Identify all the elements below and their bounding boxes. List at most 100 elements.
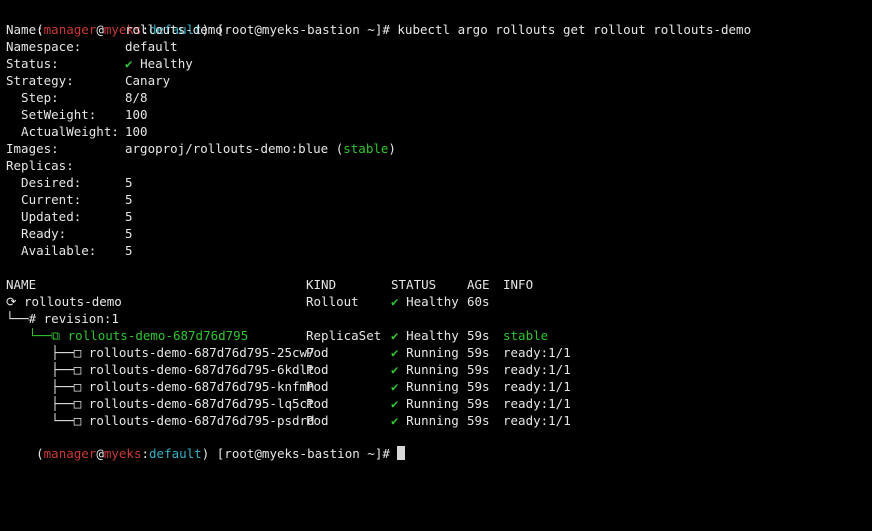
table-header: NAME KIND STATUS AGE INFO: [6, 276, 533, 293]
resource-status: Healthy: [406, 294, 459, 309]
info-value: ): [388, 141, 396, 156]
tree-branch: ├──□: [6, 345, 89, 360]
prompt-paren: ): [201, 446, 210, 461]
resource-kind: Pod: [306, 345, 329, 360]
resource-status: Running: [406, 345, 459, 360]
table-row: ├──□ rollouts-demo-687d76d795-knfmh Pod …: [6, 378, 571, 395]
check-icon: ✔: [391, 379, 399, 394]
tree-branch: ├──□: [6, 362, 89, 377]
info-label: Available:: [6, 243, 97, 258]
resource-age: 59s: [467, 328, 490, 343]
table-row: ├──□ rollouts-demo-687d76d795-6kdlt Pod …: [6, 361, 571, 378]
prompt-host: myeks: [103, 446, 142, 461]
tree-branch: └──□: [6, 413, 89, 428]
resource-kind: ReplicaSet: [306, 328, 382, 343]
prompt-namespace: default: [149, 446, 202, 461]
table-row: └──□ rollouts-demo-687d76d795-psdrd Pod …: [6, 412, 571, 429]
info-label: ActualWeight:: [6, 124, 119, 139]
table-row: └──⧉ rollouts-demo-687d76d795 ReplicaSet…: [6, 327, 549, 344]
resource-name: rollouts-demo: [24, 294, 122, 309]
prompt-host-path: [root@myeks-bastion ~]#: [209, 446, 398, 461]
check-icon: ✔: [391, 294, 399, 309]
check-icon: ✔: [391, 396, 399, 411]
info-value: argoproj/rollouts-demo:blue (: [125, 141, 344, 156]
prompt-line[interactable]: (manager@myeks:default) [root@myeks-bast…: [6, 428, 406, 461]
info-label: SetWeight:: [6, 107, 97, 122]
resource-info: ready:1/1: [503, 379, 571, 394]
info-value: 5: [125, 192, 133, 207]
prompt-paren: (: [36, 446, 44, 461]
resource-name: rollouts-demo-687d76d795-knfmh: [88, 379, 315, 394]
table-row: ⟳ rollouts-demo Rollout ✔ Healthy 60s: [6, 293, 490, 310]
resource-age: 59s: [467, 396, 490, 411]
column-header: STATUS: [391, 277, 437, 292]
info-value: default: [125, 39, 178, 54]
resource-info: ready:1/1: [503, 413, 571, 428]
info-value: 5: [125, 226, 133, 241]
info-label: Strategy:: [6, 73, 74, 88]
check-icon: ✔: [125, 56, 133, 71]
resource-name: rollouts-demo-687d76d795-25cw7: [88, 345, 315, 360]
info-label: Desired:: [6, 175, 82, 190]
check-icon: ✔: [391, 362, 399, 377]
resource-info: ready:1/1: [503, 362, 571, 377]
terminal-window[interactable]: (manager@myeks:default) [root@myeks-bast…: [0, 0, 872, 461]
info-label: Namespace:: [6, 39, 82, 54]
prompt-user: manager: [43, 22, 97, 37]
info-label: Step:: [6, 90, 59, 105]
prompt-line: (manager@myeks:default) [root@myeks-bast…: [6, 4, 751, 37]
prompt-host-path: [root@myeks-bastion ~]#: [209, 22, 398, 37]
resource-status: Running: [406, 413, 459, 428]
resource-kind: Pod: [306, 396, 329, 411]
resource-name: rollouts-demo-687d76d795-psdrd: [88, 413, 315, 428]
prompt-at: @: [96, 22, 104, 37]
info-value: 100: [125, 124, 148, 139]
prompt-at: @: [96, 446, 104, 461]
info-value: rollouts-demo: [125, 22, 223, 37]
tree-branch: ⟳: [6, 294, 24, 309]
tree-branch: └──⧉: [6, 328, 68, 343]
check-icon: ✔: [391, 413, 399, 428]
info-value: 8/8: [125, 90, 148, 105]
resource-kind: Pod: [306, 379, 329, 394]
tree-branch: └──#: [6, 311, 44, 326]
prompt-colon: :: [141, 446, 150, 461]
column-header: AGE: [467, 277, 490, 292]
resource-info: stable: [503, 328, 549, 343]
resource-age: 59s: [467, 413, 490, 428]
prompt-user: manager: [43, 446, 97, 461]
table-row: ├──□ rollouts-demo-687d76d795-25cw7 Pod …: [6, 344, 571, 361]
resource-status: Healthy: [406, 328, 459, 343]
stable-tag: stable: [343, 141, 389, 156]
info-value: 5: [125, 243, 133, 258]
text-cursor[interactable]: [397, 446, 406, 460]
info-value: 100: [125, 107, 148, 122]
resource-age: 59s: [467, 379, 490, 394]
resource-name: rollouts-demo-687d76d795: [67, 328, 249, 343]
resource-age: 59s: [467, 362, 490, 377]
resource-info: ready:1/1: [503, 345, 571, 360]
resource-kind: Pod: [306, 362, 329, 377]
info-label: Current:: [6, 192, 82, 207]
resource-status: Running: [406, 362, 459, 377]
resource-name: revision:1: [43, 311, 119, 326]
resource-age: 59s: [467, 345, 490, 360]
resource-info: ready:1/1: [503, 396, 571, 411]
check-icon: ✔: [391, 328, 399, 343]
info-label: Replicas:: [6, 158, 74, 173]
info-label: Updated:: [6, 209, 82, 224]
resource-status: Running: [406, 396, 459, 411]
tree-branch: ├──□: [6, 379, 89, 394]
info-value: 5: [125, 209, 133, 224]
check-icon: ✔: [391, 345, 399, 360]
info-value: Canary: [125, 73, 171, 88]
info-value: 5: [125, 175, 133, 190]
column-header: KIND: [306, 277, 337, 292]
resource-name: rollouts-demo-687d76d795-6kdlt: [88, 362, 315, 377]
tree-branch: ├──□: [6, 396, 89, 411]
resource-kind: Pod: [306, 413, 329, 428]
resource-name: rollouts-demo-687d76d795-lq5ct: [88, 396, 315, 411]
resource-kind: Rollout: [306, 294, 359, 309]
command-text: kubectl argo rollouts get rollout rollou…: [397, 22, 752, 37]
column-header: INFO: [503, 277, 534, 292]
